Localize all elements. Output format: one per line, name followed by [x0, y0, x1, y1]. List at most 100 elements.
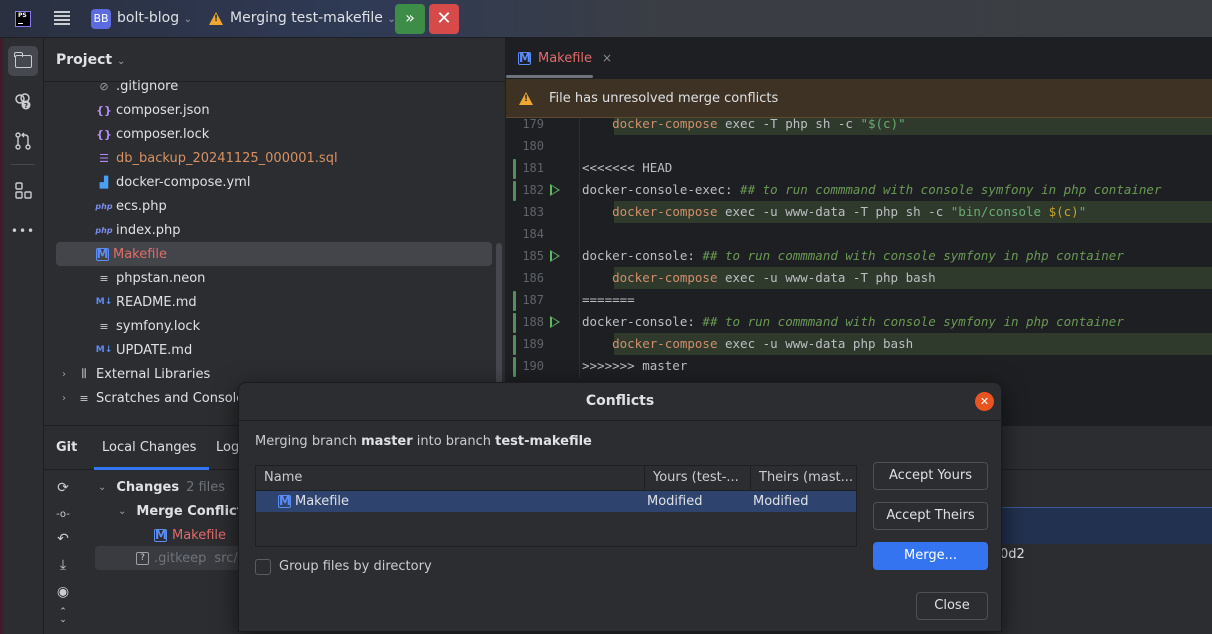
group-by-directory-checkbox[interactable] [255, 559, 271, 575]
project-view-selector[interactable]: Project ⌄ [56, 52, 125, 68]
changes-group[interactable]: ⌄ Changes 2 files [98, 475, 225, 499]
project-switcher[interactable]: bolt-blog ⌄ [117, 10, 192, 26]
merge-conflicts-group[interactable]: ⌄ Merge Conflicts [118, 499, 251, 523]
tree-item-composer-lock[interactable]: {} composer.lock [56, 122, 492, 146]
change-marker[interactable] [513, 159, 516, 179]
code-area[interactable]: docker-compose exec -T php sh -c "$(c)" <… [580, 118, 1212, 378]
markdown-file-icon: M↓ [95, 345, 113, 355]
tab-log[interactable]: Log [216, 440, 239, 455]
more-tool-windows-button[interactable]: ••• [8, 216, 38, 246]
close-button[interactable]: Close [916, 592, 988, 620]
code-line: docker-console: ## to run commmand with … [582, 311, 1212, 333]
change-marker[interactable] [513, 181, 516, 201]
pull-requests-tool-button[interactable] [8, 126, 38, 156]
line-number: 189 [522, 337, 544, 351]
pull-request-icon [15, 132, 31, 150]
commit-details-selection [1000, 507, 1212, 545]
code-token: docker-console: [582, 314, 703, 329]
row-name: Makefile [295, 494, 350, 509]
row-name-cell: M Makefile [278, 491, 349, 512]
column-header-theirs[interactable]: Theirs (mast... [751, 466, 857, 490]
makefile-icon: M [154, 527, 167, 542]
tab-local-changes[interactable]: Local Changes [102, 440, 196, 455]
tree-item-composer-json[interactable]: {} composer.json [56, 98, 492, 122]
continue-merge-button[interactable]: » [395, 4, 425, 34]
tab-git[interactable]: Git [56, 440, 77, 455]
file-name: composer.json [116, 102, 210, 118]
file-name: symfony.lock [116, 318, 201, 334]
column-header-name[interactable]: Name [256, 466, 645, 490]
file-name: README.md [116, 294, 197, 310]
chevron-right-icon[interactable]: › [56, 393, 72, 404]
line-number: 182 [522, 183, 544, 197]
phpstorm-logo-icon[interactable]: PS [15, 11, 31, 27]
chevron-right-icon[interactable]: › [56, 369, 72, 380]
code-token: exec -u www-data -T php bash [717, 270, 936, 285]
tree-item-ecs-php[interactable]: php ecs.php [56, 194, 492, 218]
change-marker[interactable] [513, 313, 516, 333]
tree-item-symfony-lock[interactable]: ≡ symfony.lock [56, 314, 492, 338]
tree-item-update-md[interactable]: M↓ UPDATE.md [56, 338, 492, 362]
merge-conflicts-label: Merge Conflicts [136, 503, 251, 519]
branch-widget[interactable]: Merging test-makefile ⌄ [230, 10, 396, 26]
file-name: ecs.php [116, 198, 167, 214]
active-tab-indicator [94, 467, 209, 470]
panel-title: Project [56, 52, 113, 68]
change-marker[interactable] [513, 291, 516, 311]
tab-makefile[interactable]: M Makefile × [506, 38, 624, 78]
tab-label: Makefile [538, 50, 593, 66]
project-tool-button[interactable] [8, 46, 38, 76]
conflict-file-item[interactable]: M Makefile [154, 523, 226, 547]
tree-item-phpstan-neon[interactable]: ≡ phpstan.neon [56, 266, 492, 290]
refresh-icon[interactable]: ⟳ [54, 479, 72, 497]
tree-item-makefile[interactable]: M Makefile [56, 242, 492, 266]
accept-yours-button[interactable]: Accept Yours [873, 462, 988, 490]
merge-conflict-banner: File has unresolved merge conflicts [506, 79, 1212, 118]
tree-item-readme[interactable]: M↓ README.md [56, 290, 492, 314]
run-target-icon[interactable] [550, 316, 560, 328]
chevron-down-icon: ⌄ [118, 505, 127, 517]
gitignore-icon: ⊘ [99, 79, 109, 93]
file-name: UPDATE.md [116, 342, 193, 358]
warning-icon [209, 12, 223, 25]
code-token: exec -T php sh -c [717, 118, 861, 131]
close-dialog-icon[interactable]: ✕ [975, 392, 994, 411]
file-name: index.php [116, 222, 181, 238]
structure-tool-button[interactable] [8, 176, 38, 206]
scratches-icon: ≡ [79, 391, 89, 405]
close-icon: ✕ [436, 8, 452, 29]
branch-status: Merging test-makefile [230, 10, 383, 26]
svg-text:?: ? [24, 102, 28, 110]
change-marker[interactable] [513, 357, 516, 377]
view-options-icon[interactable]: ◉ [54, 583, 72, 601]
ai-assistant-tool-button[interactable]: ? [8, 86, 38, 116]
expand-collapse-icon[interactable]: ⌃ ⌄ [54, 608, 72, 626]
code-line: docker-compose exec -T php sh -c "$(c)" [582, 118, 1212, 135]
line-number: 184 [522, 227, 544, 241]
project-panel: Project ⌄ ⊘ .gitignore {} composer.json … [44, 38, 506, 425]
json-file-icon: {} [96, 127, 112, 141]
unversioned-file-item[interactable]: ? .gitkeep src/b [136, 546, 246, 570]
tree-item-docker-compose[interactable]: ▟ docker-compose.yml [56, 170, 492, 194]
accept-theirs-button[interactable]: Accept Theirs [873, 502, 988, 530]
project-badge[interactable]: BB [91, 9, 111, 29]
run-target-icon[interactable] [550, 250, 560, 262]
close-tab-icon[interactable]: × [602, 51, 612, 65]
tree-item-db-backup[interactable]: ☰ db_backup_20241125_000001.sql [56, 146, 492, 170]
rollback-icon[interactable]: ↶ [54, 530, 72, 548]
run-target-icon[interactable] [550, 184, 560, 196]
commit-icon[interactable]: -o- [54, 506, 72, 524]
merge-button[interactable]: Merge... [873, 542, 988, 570]
tree-item-gitignore[interactable]: ⊘ .gitignore [56, 74, 492, 98]
column-header-yours[interactable]: Yours (test-... [645, 466, 751, 490]
change-marker[interactable] [513, 335, 516, 355]
abort-merge-button[interactable]: ✕ [429, 4, 459, 34]
root-name: External Libraries [96, 366, 211, 382]
code-line: docker-console-exec: ## to run commmand … [582, 179, 1212, 201]
shelve-icon[interactable]: ⤓ [54, 556, 72, 574]
main-menu-icon[interactable] [54, 11, 70, 25]
merge-description: Merging branch master into branch test-m… [255, 434, 592, 449]
tree-item-index-php[interactable]: php index.php [56, 218, 492, 242]
desc-mid: into branch [412, 434, 496, 449]
